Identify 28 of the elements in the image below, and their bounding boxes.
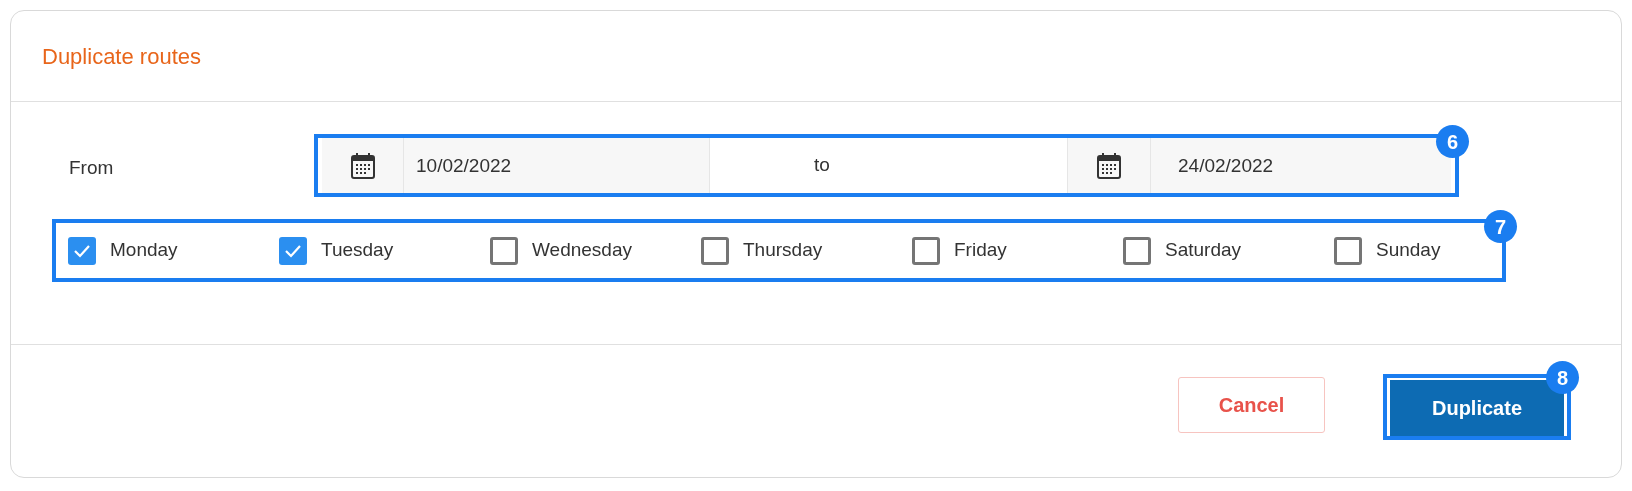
step-badge: 8 xyxy=(1546,361,1579,394)
checkbox[interactable] xyxy=(490,236,518,265)
calendar-icon xyxy=(349,151,376,180)
checkbox[interactable] xyxy=(912,236,940,265)
day-label: Thursday xyxy=(743,238,823,263)
calendar-button[interactable] xyxy=(322,138,404,193)
from-label: From xyxy=(69,155,114,180)
day-label: Monday xyxy=(110,238,178,263)
checkbox[interactable] xyxy=(279,236,307,265)
cancel-button[interactable]: Cancel xyxy=(1178,377,1325,433)
step-badge: 7 xyxy=(1484,210,1517,243)
calendar-button[interactable] xyxy=(1067,138,1151,193)
calendar-icon xyxy=(1096,151,1122,180)
day-label: Sunday xyxy=(1376,238,1441,263)
day-label: Friday xyxy=(954,238,1007,263)
check-icon xyxy=(73,243,91,258)
day-label: Saturday xyxy=(1165,238,1242,263)
day-label: Tuesday xyxy=(321,238,394,263)
dialog-title: Duplicate routes xyxy=(42,42,201,71)
checkbox[interactable] xyxy=(1334,236,1362,265)
checkbox[interactable] xyxy=(68,236,96,265)
start-date-field[interactable]: 10/02/2022 xyxy=(404,138,710,193)
day-label: Wednesday xyxy=(532,238,632,263)
step-badge: 6 xyxy=(1436,125,1469,158)
checkbox[interactable] xyxy=(701,236,729,265)
check-icon xyxy=(284,243,302,258)
to-label: to xyxy=(814,153,830,178)
checkbox[interactable] xyxy=(1123,236,1151,265)
